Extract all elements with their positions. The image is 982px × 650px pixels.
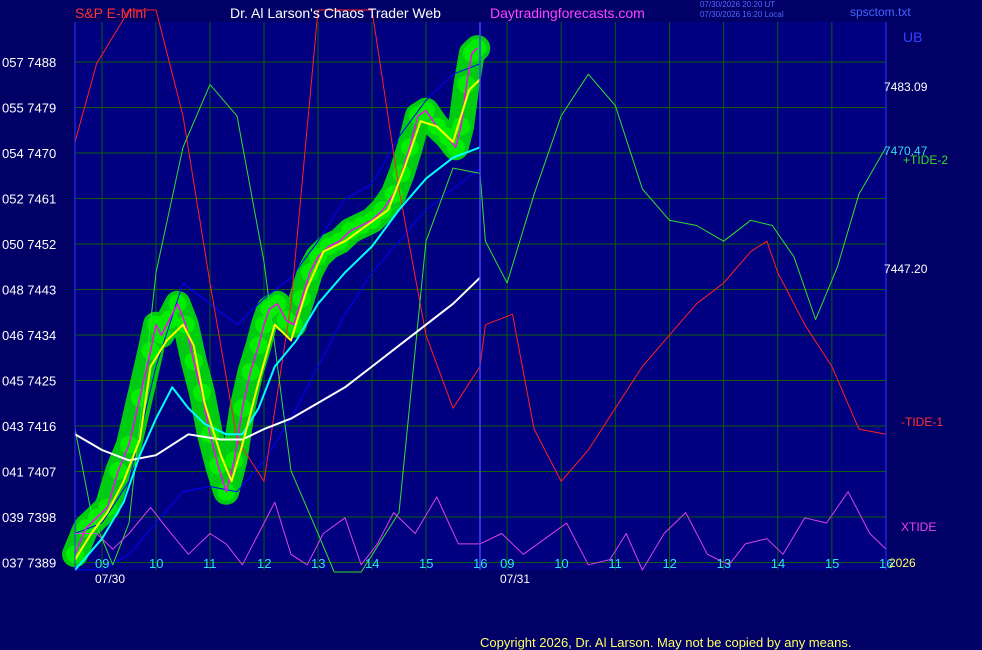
timestamp-ut: 07/30/2026 20:20 UT <box>700 0 775 9</box>
value-label-1: 7483.09 <box>884 80 928 94</box>
x-tick-label: 15 <box>419 556 433 571</box>
chart-title: Dr. Al Larson's Chaos Trader Web <box>230 5 441 21</box>
source-file: spsctom.txt <box>850 5 911 19</box>
ub-label: UB <box>903 29 922 45</box>
year-label: 2026 <box>889 556 916 570</box>
x-tick-label: 11 <box>608 556 622 571</box>
y-tick-label: 043 7416 <box>2 419 56 434</box>
x-tick-label: 16 <box>473 556 487 571</box>
x-tick-label: 12 <box>257 556 271 571</box>
x-tick-label: 10 <box>554 556 568 571</box>
y-tick-label: 054 7470 <box>2 146 56 161</box>
y-tick-label: 046 7434 <box>2 328 56 343</box>
y-tick-label: 050 7452 <box>2 237 56 252</box>
timestamp-local: 07/30/2026 16:20 Local <box>700 10 784 19</box>
y-tick-label: 048 7443 <box>2 283 56 298</box>
x-tick-label: 09 <box>95 556 109 571</box>
chart-svg: 057 7488 055 7479 054 7470 052 7461 050 7452… <box>0 0 982 650</box>
x-tick-label: 12 <box>662 556 676 571</box>
x-tick-label: 11 <box>203 556 217 571</box>
y-tick-label: 057 7488 <box>2 55 56 70</box>
y-tick-label: 055 7479 <box>2 101 56 116</box>
y-tick-label: 037 7389 <box>2 556 56 571</box>
x-tick-label: 13 <box>311 556 325 571</box>
y-tick-label: 039 7398 <box>2 510 56 525</box>
x-tick-label: 10 <box>149 556 163 571</box>
y-tick-label: 041 7407 <box>2 465 56 480</box>
site-link[interactable]: Daytradingforecasts.com <box>490 5 645 21</box>
x-tick-label: 15 <box>825 556 839 571</box>
x-tick-label: 14 <box>365 556 379 571</box>
xtide-label: XTIDE <box>901 520 936 534</box>
x-tick-label: 14 <box>771 556 785 571</box>
x-tick-label: 13 <box>717 556 731 571</box>
copyright-notice: Copyright 2026, Dr. Al Larson. May not b… <box>480 635 851 650</box>
tide2-label: +TIDE-2 <box>903 153 948 167</box>
x-tick-label: 09 <box>500 556 514 571</box>
date-label-day1: 07/30 <box>95 572 125 586</box>
y-tick-label: 045 7425 <box>2 374 56 389</box>
y-tick-label: 052 7461 <box>2 192 56 207</box>
value-label-3: 7447.20 <box>884 262 928 276</box>
instrument-label: S&P E-Mini <box>75 5 146 21</box>
date-label-day2: 07/31 <box>500 572 530 586</box>
tide1-label: -TIDE-1 <box>901 415 943 429</box>
